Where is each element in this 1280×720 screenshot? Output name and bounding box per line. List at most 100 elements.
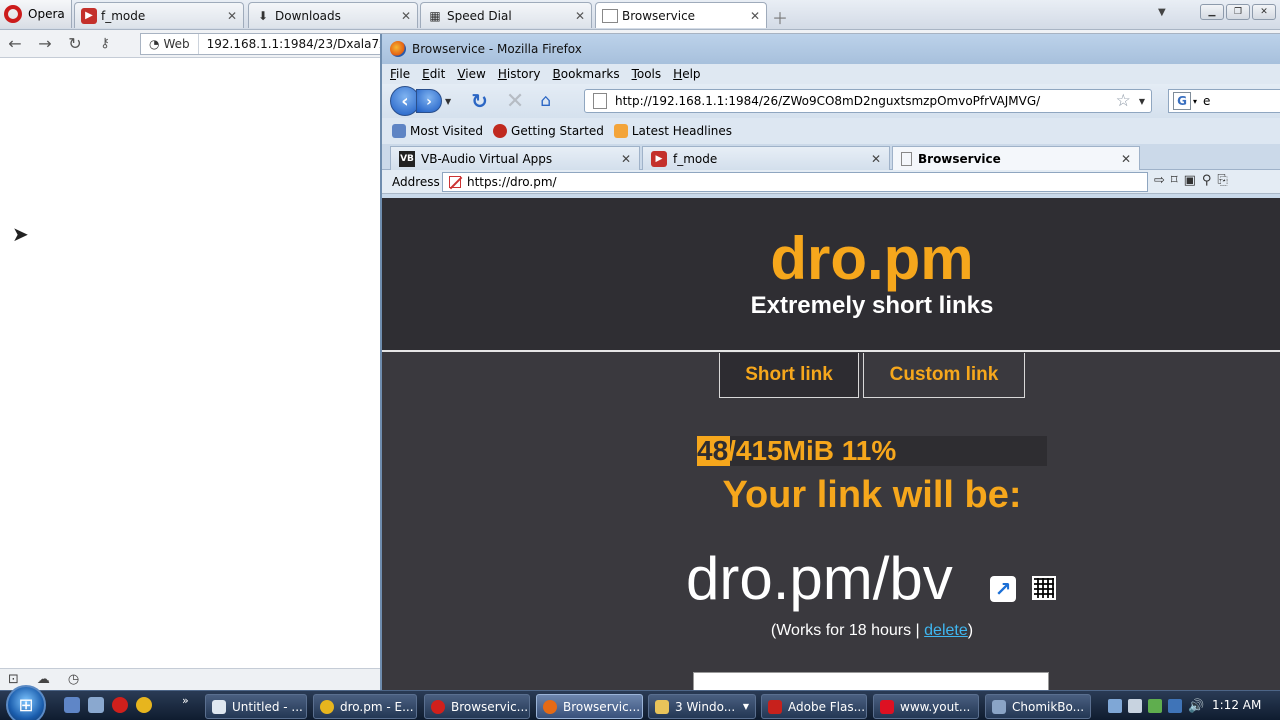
close-icon[interactable]: ✕ <box>750 9 760 23</box>
opera-menu-button[interactable]: Opera <box>0 0 72 28</box>
monitor-icon[interactable] <box>1168 699 1182 713</box>
qr-code-icon[interactable] <box>1032 576 1056 600</box>
firefox-url-bar[interactable]: http://192.168.1.1:1984/26/ZWo9CO8mD2ngu… <box>584 89 1152 113</box>
browservice-address-text[interactable]: https://dro.pm/ <box>467 175 557 189</box>
security-icon[interactable] <box>1148 699 1162 713</box>
switch-windows-icon[interactable] <box>88 697 104 713</box>
open-link-icon[interactable]: ↗ <box>990 576 1016 602</box>
go-arrow-icon[interactable]: ⇨ <box>1154 173 1165 188</box>
close-icon[interactable]: ✕ <box>1121 152 1131 166</box>
volume-icon[interactable]: 🔊 <box>1188 699 1204 714</box>
close-icon[interactable]: ✕ <box>621 152 631 166</box>
next-link-input[interactable] <box>693 672 1049 690</box>
progress-uploaded: 48 <box>697 435 729 466</box>
taskbar-button-explorer[interactable]: 3 Windo... ▼ <box>648 694 756 719</box>
menu-edit[interactable]: Edit <box>422 67 445 81</box>
menu-bookmarks[interactable]: Bookmarks <box>553 67 620 81</box>
chrome-icon[interactable] <box>136 697 152 713</box>
opera-tab-f-mode[interactable]: ▶ f_mode ✕ <box>74 2 244 28</box>
site-logo[interactable]: dro.pm <box>382 224 1280 293</box>
quicklaunch-overflow-icon[interactable]: » <box>182 694 189 707</box>
menu-history[interactable]: History <box>498 67 541 81</box>
opera-icon[interactable] <box>112 697 128 713</box>
search-input-text[interactable]: e <box>1203 94 1210 108</box>
home-icon[interactable]: ⌂ <box>540 91 551 111</box>
opera-tab-speed-dial[interactable]: ▦ Speed Dial ✕ <box>420 2 592 28</box>
stop-icon[interactable]: ✕ <box>506 89 524 114</box>
google-icon[interactable]: G <box>1173 92 1191 110</box>
tab-label: f_mode <box>101 8 146 23</box>
firefox-tab-browservice[interactable]: Browservice ✕ <box>892 146 1140 170</box>
close-icon[interactable]: ✕ <box>575 9 585 23</box>
panel-toggle-icon[interactable]: ⊡ <box>8 672 19 687</box>
start-button[interactable]: ⊞ <box>6 685 46 720</box>
show-desktop-icon[interactable] <box>64 697 80 713</box>
restore-icon[interactable]: ❐ <box>1226 4 1250 20</box>
bookmark-most-visited[interactable]: Most Visited <box>392 124 483 138</box>
minimize-icon[interactable]: ▁ <box>1200 4 1224 20</box>
reload-icon[interactable]: ↻ <box>60 34 90 53</box>
tab-short-link[interactable]: Short link <box>719 353 859 398</box>
delete-link[interactable]: delete <box>924 622 968 639</box>
new-tab-icon[interactable]: ＋ <box>772 5 788 29</box>
speedometer-icon[interactable]: ◷ <box>68 672 79 687</box>
close-window-icon[interactable]: ✕ <box>1252 4 1276 20</box>
taskbar-button-firefox[interactable]: Browservic... <box>536 694 643 719</box>
close-icon[interactable]: ✕ <box>871 152 881 166</box>
firefox-tab-bar: VB VB-Audio Virtual Apps ✕ ▶ f_mode ✕ Br… <box>382 144 1280 170</box>
history-dropdown-icon[interactable]: ▼ <box>445 97 451 106</box>
opera-tab-downloads[interactable]: ⬇ Downloads ✕ <box>248 2 418 28</box>
reload-icon[interactable]: ↻ <box>471 89 488 113</box>
close-icon[interactable]: ✕ <box>401 9 411 23</box>
clipboard-icon[interactable]: ⎘ <box>1217 173 1227 188</box>
chevron-down-icon[interactable]: ▼ <box>1139 97 1145 106</box>
firefox-search-box[interactable]: G ▾ e <box>1168 89 1280 113</box>
bookmark-label: Getting Started <box>511 124 604 138</box>
close-icon[interactable]: ✕ <box>227 9 237 23</box>
save-icon[interactable]: ▣ <box>1184 173 1196 188</box>
chevron-down-icon[interactable]: ▾ <box>1193 97 1197 106</box>
find-icon[interactable]: ⚲ <box>1202 173 1212 188</box>
tab-custom-link[interactable]: Custom link <box>863 353 1025 398</box>
taskbar-button-dro-pm[interactable]: dro.pm - E... <box>313 694 417 719</box>
tab-list-chevron-icon[interactable]: ▼ <box>1158 7 1166 18</box>
taskbar-button-youtube[interactable]: www.yout... <box>873 694 979 719</box>
taskbar-button-chomikbox[interactable]: ChomikBo... <box>985 694 1091 719</box>
bookmark-getting-started[interactable]: Getting Started <box>493 124 604 138</box>
back-icon[interactable]: ← <box>0 34 30 53</box>
menu-file[interactable]: File <box>390 67 410 81</box>
upload-progress-text: 48/415MiB 11% <box>697 436 896 466</box>
bookmark-star-icon[interactable]: ☆ <box>1116 91 1131 111</box>
menu-help[interactable]: Help <box>673 67 700 81</box>
globe-icon: ◔ <box>149 37 160 51</box>
firefox-url-text[interactable]: http://192.168.1.1:1984/26/ZWo9CO8mD2ngu… <box>615 94 1116 108</box>
bookmark-label: Most Visited <box>410 124 484 138</box>
web-mode-label: Web <box>163 37 190 51</box>
forward-icon[interactable]: → <box>30 34 60 53</box>
short-url-link[interactable]: dro.pm/bv <box>686 544 953 613</box>
taskbar-button-flash[interactable]: Adobe Flas... <box>761 694 867 719</box>
taskbar-clock[interactable]: 1:12 AM <box>1212 698 1261 712</box>
cloud-icon[interactable]: ☁ <box>37 672 50 687</box>
taskbar-button-untitled[interactable]: Untitled - ... <box>205 694 307 719</box>
bookmarks-toolbar: Most Visited Getting Started Latest Head… <box>382 118 1280 144</box>
firefox-tab-vb-audio[interactable]: VB VB-Audio Virtual Apps ✕ <box>390 146 640 170</box>
taskbar-button-opera[interactable]: Browservic... <box>424 694 530 719</box>
tray-app-icon[interactable] <box>1128 699 1142 713</box>
bookmark-latest-headlines[interactable]: Latest Headlines <box>613 124 732 138</box>
network-icon[interactable] <box>1108 699 1122 713</box>
opera-tab-browservice[interactable]: Browservice ✕ <box>595 2 767 28</box>
menu-tools[interactable]: Tools <box>632 67 662 81</box>
taskbar-label: ChomikBo... <box>1012 699 1085 714</box>
firefox-tab-f-mode[interactable]: ▶ f_mode ✕ <box>642 146 890 170</box>
browservice-address-input[interactable]: https://dro.pm/ <box>442 172 1148 192</box>
menu-view[interactable]: View <box>457 67 485 81</box>
dro-pm-page: dro.pm Extremely short links Short link … <box>382 198 1280 690</box>
address-label: Address <box>392 174 440 189</box>
bookmark-icon[interactable]: ⌑ <box>1171 173 1178 188</box>
web-mode-button[interactable]: ◔ Web <box>141 34 199 54</box>
firefox-window-title: Browservice - Mozilla Firefox <box>412 42 582 56</box>
forward-icon[interactable]: › <box>416 89 442 113</box>
taskbar-label: 3 Windo... <box>675 699 736 714</box>
key-icon[interactable]: ⚷ <box>90 36 120 51</box>
